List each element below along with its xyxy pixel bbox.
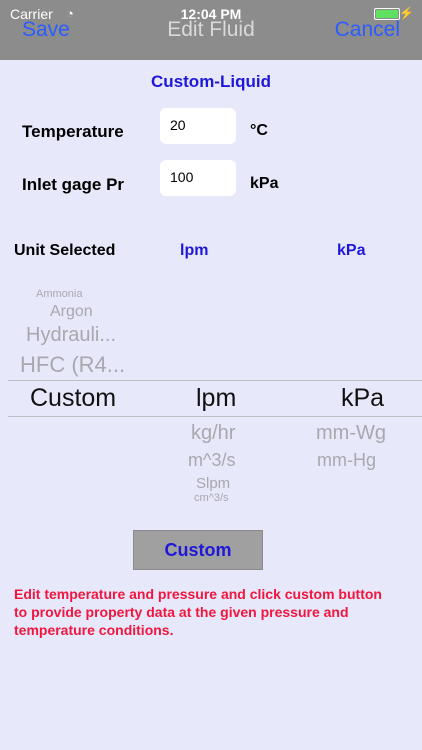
inlet-pressure-label: Inlet gage Pr [22, 175, 125, 194]
inlet-pressure-field[interactable]: 100 [160, 160, 236, 196]
picker-fluid-selected[interactable]: Custom [30, 384, 116, 413]
custom-button[interactable]: Custom [133, 530, 263, 570]
cancel-button[interactable]: Cancel [335, 18, 400, 42]
picker-fluid-option[interactable]: Hydrauli... [26, 324, 116, 347]
temperature-unit: °C [250, 122, 268, 139]
picker-fluid-option[interactable]: HFC (R4... [20, 352, 125, 378]
instruction-note: Edit temperature and pressure and click … [14, 586, 382, 638]
picker-pressure-selected[interactable]: kPa [341, 384, 384, 413]
inlet-pressure-unit: kPa [250, 175, 279, 192]
picker-pressure-option[interactable]: mm-Wg [316, 422, 386, 445]
picker-selection-top [8, 380, 422, 381]
navigation-bar: Carrier ◔ 12:04 PM ⚡ Save Edit Fluid Can… [0, 0, 422, 60]
unit-picker[interactable]: Ammonia Argon Hydrauli... HFC (R4... Cus… [0, 270, 422, 510]
temperature-label: Temperature [22, 122, 124, 141]
picker-flow-option[interactable]: Slpm [196, 475, 230, 492]
picker-flow-option[interactable]: kg/hr [191, 422, 235, 445]
picker-flow-option[interactable]: m^3/s [188, 450, 235, 471]
picker-pressure-option[interactable]: mm-Hg [317, 450, 376, 471]
selected-flow-unit: lpm [180, 242, 209, 259]
picker-fluid-option[interactable]: Ammonia [36, 288, 82, 300]
fluid-name: Custom-Liquid [151, 72, 271, 91]
temperature-field[interactable]: 20 [160, 108, 236, 144]
picker-flow-option[interactable]: cm^3/s [194, 492, 229, 504]
unit-selected-label: Unit Selected [14, 242, 116, 259]
picker-selection-bottom [8, 416, 422, 417]
picker-flow-selected[interactable]: lpm [196, 384, 236, 413]
selected-pressure-unit: kPa [337, 242, 366, 259]
picker-fluid-option[interactable]: Argon [50, 303, 93, 321]
